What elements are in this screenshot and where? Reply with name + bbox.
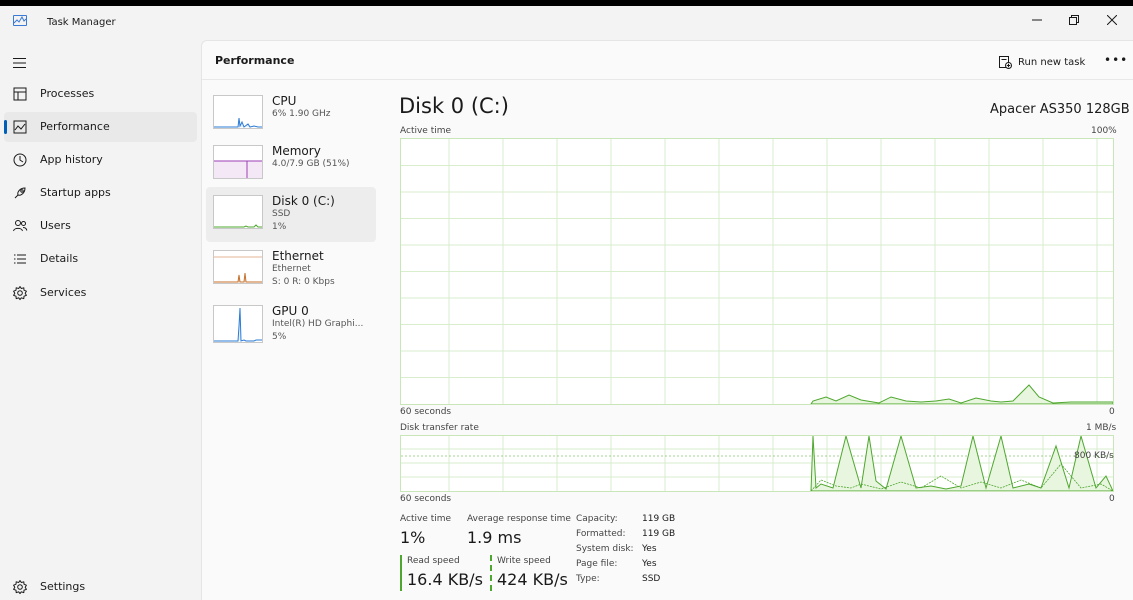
settings-gear-icon	[13, 580, 27, 595]
property-value: 119 GB	[642, 514, 676, 524]
write-speed-value: 424 KB/s	[497, 570, 568, 589]
device-detail: Ethernet	[272, 264, 311, 274]
app-history-icon	[13, 153, 27, 167]
active-time-stat-label: Active time	[400, 514, 452, 524]
device-name: Ethernet	[272, 249, 324, 263]
device-item-cpu[interactable]: CPU 6% 1.90 GHz	[206, 87, 376, 142]
hamburger-menu-icon[interactable]	[13, 54, 27, 68]
property-key: Page file:	[576, 559, 618, 569]
device-name: Disk 0 (C:)	[272, 194, 335, 208]
transfer-rate-mid-label: 800 KB/s	[1074, 451, 1114, 461]
active-time-graph-label: Active time	[400, 126, 452, 136]
graph1-right-label: 0	[1109, 407, 1115, 417]
device-item-memory[interactable]: Memory 4.0/7.9 GB (51%)	[206, 137, 376, 192]
minimize-icon	[1032, 19, 1042, 21]
processes-icon	[13, 87, 27, 101]
transfer-rate-graph	[400, 434, 1114, 492]
device-throughput: S: 0 R: 0 Kbps	[272, 277, 335, 287]
title-bar[interactable]: Task Manager	[0, 6, 1133, 40]
restore-button[interactable]	[1055, 6, 1093, 34]
read-speed-value: 16.4 KB/s	[407, 570, 483, 589]
sidebar-item-performance[interactable]: Performance	[4, 112, 197, 142]
users-icon	[13, 220, 28, 232]
device-item-gpu[interactable]: GPU 0 Intel(R) HD Graphi... 5%	[206, 297, 376, 352]
graph1-left-label: 60 seconds	[400, 407, 452, 417]
run-new-task-button[interactable]: Run new task	[998, 51, 1085, 73]
disk-model: Apacer AS350 128GB	[990, 102, 1130, 117]
sidebar-item-app-history[interactable]: App history	[4, 145, 197, 175]
sidebar-item-services[interactable]: Services	[4, 278, 197, 308]
read-speed-label: Read speed	[407, 556, 460, 566]
device-name: GPU 0	[272, 304, 309, 318]
sidebar-item-label: Performance	[40, 120, 110, 133]
ethernet-thumbnail	[213, 250, 263, 284]
header-divider	[202, 79, 1133, 80]
active-time-max-label: 100%	[1091, 126, 1117, 136]
sidebar-item-settings[interactable]: Settings	[4, 572, 197, 600]
avg-response-label: Average response time	[467, 514, 571, 524]
disk-title: Disk 0 (C:)	[399, 94, 509, 118]
property-key: System disk:	[576, 544, 634, 554]
property-value: Yes	[642, 544, 657, 554]
property-key: Formatted:	[576, 529, 626, 539]
transfer-rate-label: Disk transfer rate	[400, 423, 479, 433]
sidebar-item-details[interactable]: Details	[4, 244, 197, 274]
device-name: Memory	[272, 144, 321, 158]
services-icon	[13, 286, 27, 301]
minimize-button[interactable]	[1018, 6, 1056, 34]
run-new-task-label: Run new task	[1018, 56, 1086, 68]
startup-apps-icon	[14, 187, 26, 199]
device-usage: 5%	[272, 332, 287, 342]
sidebar-item-processes[interactable]: Processes	[4, 79, 197, 109]
sidebar-item-label: Services	[40, 286, 87, 299]
property-value: SSD	[642, 574, 661, 584]
sidebar-item-label: App history	[40, 153, 103, 166]
write-speed-indicator	[490, 555, 492, 591]
cpu-thumbnail	[213, 95, 263, 129]
task-manager-icon	[13, 15, 27, 26]
active-time-stat-value: 1%	[400, 528, 426, 547]
more-options-icon[interactable]: •••	[1104, 53, 1128, 67]
graph2-right-label: 0	[1109, 494, 1115, 504]
write-speed-label: Write speed	[497, 556, 551, 566]
main-panel: Performance Run new task ••• CPU 6% 1.90…	[201, 40, 1133, 600]
device-item-disk[interactable]: Disk 0 (C:) SSD 1%	[206, 187, 376, 242]
sidebar-item-users[interactable]: Users	[4, 211, 197, 241]
window-title: Task Manager	[47, 17, 116, 28]
active-time-graph	[400, 138, 1114, 405]
active-indicator	[4, 120, 7, 134]
sidebar-item-label: Details	[40, 252, 79, 265]
sidebar-item-label: Startup apps	[40, 186, 111, 199]
run-task-icon	[999, 56, 1012, 69]
sidebar: Processes Performance App history Startu…	[0, 40, 201, 600]
restore-icon	[1069, 15, 1079, 25]
performance-icon	[13, 120, 27, 134]
device-detail: 6% 1.90 GHz	[272, 109, 331, 119]
memory-thumbnail	[213, 145, 263, 179]
sidebar-item-label: Processes	[40, 87, 95, 100]
property-value: 119 GB	[642, 529, 676, 539]
device-usage: 1%	[272, 222, 287, 232]
graph2-left-label: 60 seconds	[400, 494, 452, 504]
device-detail: SSD	[272, 209, 291, 219]
device-item-ethernet[interactable]: Ethernet Ethernet S: 0 R: 0 Kbps	[206, 242, 376, 297]
sidebar-item-label: Users	[40, 219, 71, 232]
details-icon	[14, 254, 26, 264]
read-speed-indicator	[400, 555, 402, 591]
sidebar-item-label: Settings	[40, 580, 86, 593]
device-name: CPU	[272, 94, 297, 108]
avg-response-value: 1.9 ms	[467, 528, 522, 547]
page-title: Performance	[215, 54, 295, 67]
disk-thumbnail	[213, 195, 263, 229]
close-button[interactable]	[1093, 6, 1131, 34]
device-detail: Intel(R) HD Graphi...	[272, 319, 364, 329]
close-icon	[1107, 15, 1117, 25]
property-key: Capacity:	[576, 514, 618, 524]
sidebar-item-startup-apps[interactable]: Startup apps	[4, 178, 197, 208]
property-value: Yes	[642, 559, 657, 569]
device-detail: 4.0/7.9 GB (51%)	[272, 159, 350, 169]
property-key: Type:	[576, 574, 600, 584]
transfer-rate-max-label: 1 MB/s	[1086, 423, 1117, 433]
gpu-thumbnail	[213, 305, 263, 343]
